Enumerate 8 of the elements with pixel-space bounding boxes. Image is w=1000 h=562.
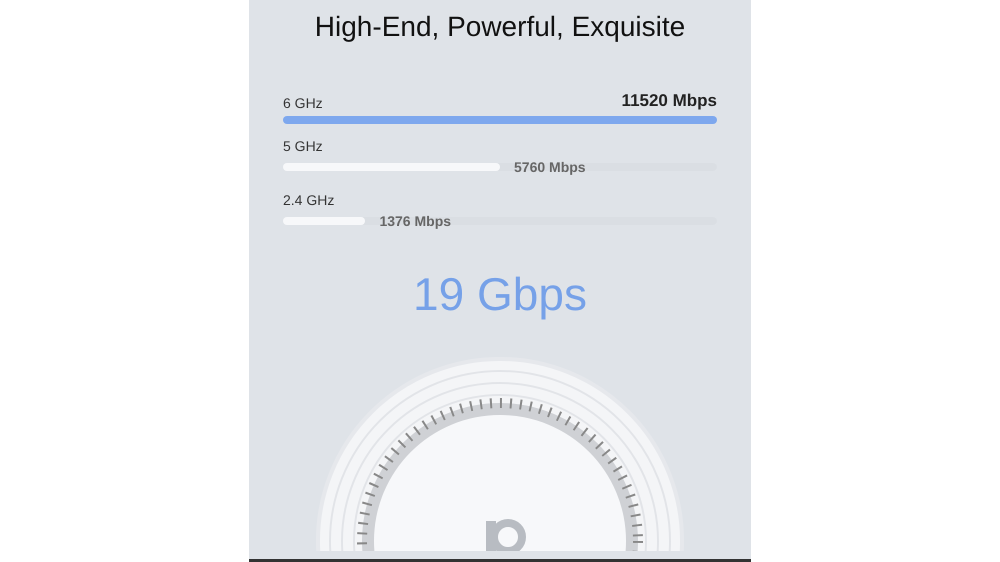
band-label: 2.4 GHz xyxy=(283,190,336,210)
band-label: 6 GHz xyxy=(283,94,323,112)
total-speed: 19 Gbps xyxy=(413,266,587,322)
speed-reading: 1376 Mbps xyxy=(379,212,452,231)
speed-reading: 5760 Mbps xyxy=(514,158,587,177)
headline: High-End, Powerful, Exquisite xyxy=(314,10,686,44)
speed-reading: 11520 Mbps xyxy=(622,90,717,112)
band-label: 5 GHz xyxy=(283,136,324,156)
